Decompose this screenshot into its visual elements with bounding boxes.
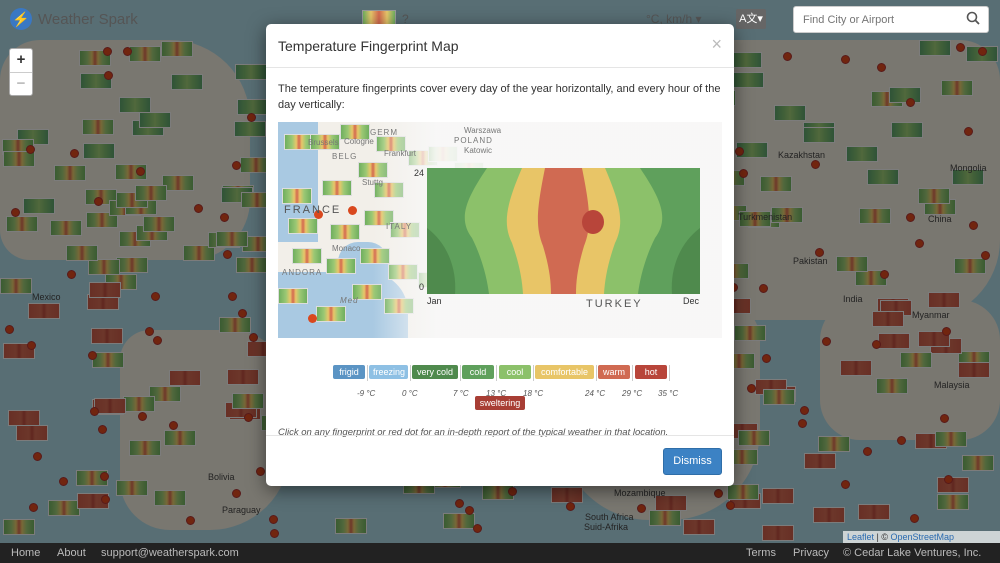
demo-label-stuttgart: Stuttg — [362, 178, 383, 187]
intro-text: The temperature fingerprints cover every… — [278, 83, 721, 111]
search-icon[interactable] — [966, 11, 980, 25]
demo-fingerprint — [282, 188, 312, 204]
close-icon[interactable]: × — [711, 34, 722, 55]
demo-label-warszawa: Warszawa — [464, 126, 502, 135]
temp-threshold: 13 °C — [486, 389, 507, 398]
zoom-in-button[interactable]: + — [10, 49, 32, 72]
footer-copyright: © Cedar Lake Ventures, Inc. — [843, 547, 982, 559]
demo-fingerprint — [288, 218, 318, 234]
modal-footer: Dismiss — [266, 435, 734, 486]
dismiss-button[interactable]: Dismiss — [663, 448, 722, 475]
footer-email-link[interactable]: support@weatherspark.com — [101, 547, 239, 559]
leaflet-link[interactable]: Leaflet — [847, 532, 874, 542]
demo-fingerprint — [292, 248, 322, 264]
legend-warm: warm — [598, 365, 630, 379]
demo-label-belgium: BELG — [332, 152, 358, 161]
x-axis-end-label: Dec — [683, 296, 700, 306]
demo-label-poland: POLAND — [454, 136, 493, 145]
demo-label-france: FRANCE — [284, 204, 342, 216]
temp-threshold: 18 °C — [523, 389, 544, 398]
demo-label-turkey: TURKEY — [586, 298, 643, 310]
temp-threshold: 24 °C — [585, 389, 606, 398]
demo-label-katowice: Katowic — [464, 146, 493, 155]
temp-threshold: 29 °C — [622, 389, 643, 398]
footer-home-link[interactable]: Home — [11, 547, 40, 559]
footer-terms-link[interactable]: Terms — [746, 547, 776, 559]
temp-threshold: 0 °C — [402, 389, 418, 398]
legend-freezing: freezing — [369, 365, 408, 379]
footer-about-link[interactable]: About — [57, 547, 86, 559]
demo-dot — [308, 314, 317, 323]
temp-threshold: -9 °C — [357, 389, 376, 398]
demo-fingerprint — [316, 306, 346, 322]
legend-hot: hot — [635, 365, 667, 379]
modal-body: The temperature fingerprints cover every… — [278, 81, 722, 438]
legend-frigid: frigid — [333, 365, 365, 379]
modal-title: Temperature Fingerprint Map — [278, 38, 459, 54]
demo-fingerprint — [322, 180, 352, 196]
fingerprint-demo-image: FRANCE GERM POLAND TURKEY Med Cologne Br… — [278, 122, 722, 338]
brand-link[interactable]: ⚡ Weather Spark — [10, 8, 138, 30]
language-icon[interactable]: A文▾ — [736, 9, 766, 29]
temp-threshold: 7 °C — [453, 389, 469, 398]
demo-label-med: Med — [340, 296, 359, 305]
demo-dot — [348, 206, 357, 215]
demo-label-monaco: Monaco — [332, 244, 361, 253]
demo-fingerprint — [330, 224, 360, 240]
legend-cold: cold — [462, 365, 494, 379]
legend-comfortable: comfortable — [535, 365, 594, 379]
page-footer: Home About support@weatherspark.com Term… — [0, 543, 1000, 563]
map-attribution: Leaflet | © OpenStreetMap contributors — [843, 531, 1000, 552]
footer-privacy-link[interactable]: Privacy — [793, 547, 829, 559]
zoom-out-button[interactable]: − — [10, 72, 32, 95]
legend-sweltering: sweltering — [475, 396, 525, 410]
modal-header: Temperature Fingerprint Map × — [266, 24, 734, 68]
y-axis-bottom-label: 0 — [419, 282, 425, 292]
legend-cool: cool — [499, 365, 531, 379]
demo-label-germany: GERM — [370, 128, 398, 137]
demo-fingerprint — [278, 288, 308, 304]
lightning-logo-icon: ⚡ — [10, 8, 32, 30]
temp-threshold: 35 °C — [658, 389, 679, 398]
demo-label-frankfurt: Frankfurt — [384, 149, 417, 158]
openstreetmap-link[interactable]: OpenStreetMap — [891, 532, 955, 542]
search-input[interactable] — [793, 6, 989, 33]
demo-label-andorra: ANDORA — [282, 268, 323, 277]
temperature-legend: frigid freezing very cold cold cool comf… — [278, 365, 722, 419]
y-axis-top-label: 24 — [414, 168, 425, 178]
demo-label-italy: ITALY — [386, 222, 413, 231]
legend-very-cold: very cold — [412, 365, 458, 379]
fingerprint-modal: Temperature Fingerprint Map × The temper… — [266, 24, 734, 486]
zoom-control: + − — [9, 48, 33, 96]
brand-name: Weather Spark — [38, 10, 138, 28]
fingerprint-sample — [427, 168, 700, 294]
demo-fingerprint — [326, 258, 356, 274]
demo-label-brussels: Brussels — [308, 138, 339, 147]
demo-label-cologne: Cologne — [344, 137, 374, 146]
x-axis-start-label: Jan — [427, 296, 442, 306]
